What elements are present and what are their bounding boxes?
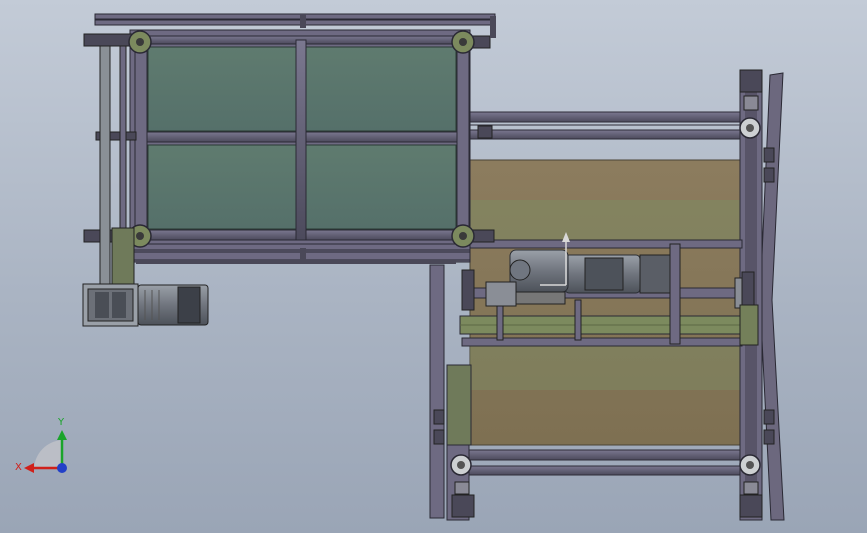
cad-model-view[interactable]: Y X	[0, 0, 867, 533]
panel-bottom-left	[147, 144, 297, 230]
conveyor-frame-assembly[interactable]	[83, 13, 496, 289]
graphics-viewport[interactable]: Y X	[0, 0, 867, 533]
axis-y-label: Y	[57, 417, 65, 428]
base-plate-band-lower	[470, 345, 742, 390]
panel-top-right	[305, 46, 457, 132]
panel-top-left	[147, 46, 297, 132]
top-rail-2	[467, 129, 749, 140]
left-post-outer	[429, 264, 445, 519]
axis-x-label: X	[15, 462, 22, 473]
conveyor-motor-assembly[interactable]	[82, 283, 209, 327]
coordinate-triad-icon	[24, 430, 67, 473]
right-post-outer	[759, 72, 785, 521]
left-post-lower	[446, 364, 472, 446]
panel-bottom-right	[305, 144, 457, 230]
base-plate-band-upper	[470, 200, 742, 240]
bottom-rail-1	[461, 449, 749, 461]
top-rail-1	[467, 111, 749, 123]
bottom-rail-2	[461, 465, 749, 476]
